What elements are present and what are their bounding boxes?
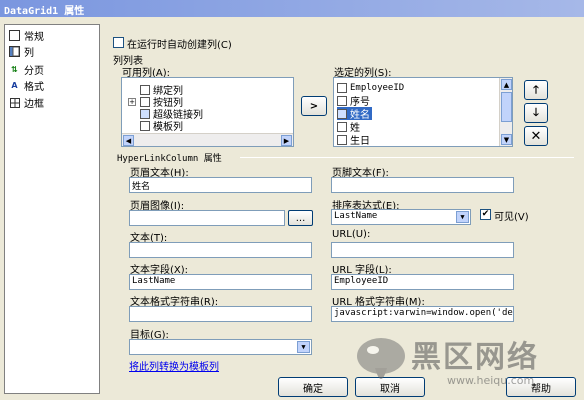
delete-icon: ✕ <box>530 128 542 144</box>
visible-checkbox[interactable]: ✔ <box>480 209 491 220</box>
column-icon <box>337 134 347 145</box>
help-button[interactable]: 帮助 <box>506 377 576 397</box>
ok-button[interactable]: 确定 <box>278 377 348 397</box>
border-icon <box>9 97 20 108</box>
nav-item-border[interactable]: 边框 <box>7 95 99 110</box>
column-icon <box>337 95 347 106</box>
list-item[interactable]: 生日 <box>337 133 372 147</box>
properties-group-label: HyperLinkColumn 属性 <box>117 154 222 164</box>
header-image-input[interactable] <box>129 210 285 226</box>
chevron-down-icon[interactable]: ▼ <box>297 341 310 353</box>
footer-text-input[interactable] <box>331 177 514 193</box>
nav-item-label: 边框 <box>24 99 44 110</box>
arrow-down-icon: 🡓 <box>533 105 539 119</box>
add-column-button[interactable]: > <box>301 96 327 116</box>
nav-item-label: 格式 <box>24 82 44 93</box>
browse-button[interactable]: ... <box>288 210 313 226</box>
template-column-icon <box>140 120 150 131</box>
url-label: URL(U): <box>332 229 371 240</box>
column-type-icon <box>140 84 150 95</box>
move-down-button[interactable]: 🡓 <box>524 103 548 123</box>
header-text-input[interactable]: 姓名 <box>129 177 312 193</box>
hyperlink-column-icon <box>140 108 150 119</box>
scroll-up-icon[interactable]: ▲ <box>501 79 512 90</box>
general-icon <box>9 30 20 41</box>
arrow-up-icon: 🡑 <box>533 82 539 96</box>
nav-item-paging[interactable]: ⇅ 分页 <box>7 62 99 77</box>
expand-icon[interactable]: + <box>128 98 136 106</box>
target-select[interactable]: ▼ <box>129 339 312 355</box>
column-icon <box>337 82 347 93</box>
scroll-down-icon[interactable]: ▼ <box>501 134 512 145</box>
text-field-input[interactable]: LastName <box>129 274 312 290</box>
chevron-down-icon[interactable]: ▼ <box>456 211 469 223</box>
scroll-left-icon[interactable]: ◀ <box>123 135 134 146</box>
auto-columns-checkbox[interactable] <box>113 37 124 48</box>
move-up-button[interactable]: 🡑 <box>524 80 548 100</box>
vertical-scrollbar[interactable]: ▲ ▼ <box>499 78 512 146</box>
available-columns-tree[interactable]: 绑定列 + 按钮列 超级链接列 模板列 ◀ ▶ <box>121 77 294 147</box>
paging-icon: ⇅ <box>11 64 18 74</box>
watermark-text: 黑区网络 <box>411 340 539 375</box>
tree-item[interactable]: 模板列 <box>140 119 185 133</box>
nav-item-label: 分页 <box>24 66 44 77</box>
convert-to-template-link[interactable]: 将此列转换为模板列 <box>129 358 219 373</box>
list-item[interactable]: EmployeeID <box>337 81 406 94</box>
url-field-input[interactable]: EmployeeID <box>331 274 514 290</box>
nav-pane: 常规 列 ⇅ 分页 A 格式 边框 <box>4 24 100 394</box>
text-input[interactable] <box>129 242 312 258</box>
sort-expression-select[interactable]: LastName ▼ <box>331 209 471 225</box>
column-icon <box>337 121 347 132</box>
nav-item-general[interactable]: 常规 <box>7 28 99 43</box>
group-divider <box>240 157 574 158</box>
delete-column-button[interactable]: ✕ <box>524 126 548 146</box>
horizontal-scrollbar[interactable]: ◀ ▶ <box>122 133 293 146</box>
text-format-input[interactable] <box>129 306 312 322</box>
scroll-right-icon[interactable]: ▶ <box>281 135 292 146</box>
selected-columns-list[interactable]: EmployeeID 序号 姓名 姓 生日 ▲ ▼ <box>333 77 513 147</box>
url-input[interactable] <box>331 242 514 258</box>
url-format-input[interactable]: javascript:varwin=window.open('detail. <box>331 306 514 322</box>
visible-label: 可见(V) <box>494 212 529 223</box>
auto-columns-label: 在运行时自动创建列(C) <box>127 40 232 51</box>
format-icon: A <box>11 80 18 90</box>
columns-icon <box>9 46 20 57</box>
hyperlink-column-icon <box>337 108 347 119</box>
nav-item-format[interactable]: A 格式 <box>7 78 99 93</box>
nav-item-label: 常规 <box>24 32 44 43</box>
nav-item-columns[interactable]: 列 <box>7 44 99 59</box>
column-type-icon <box>140 96 150 107</box>
scroll-thumb[interactable] <box>501 92 512 122</box>
window-title: DataGrid1 属性 <box>0 0 584 17</box>
nav-item-label: 列 <box>24 48 34 59</box>
cancel-button[interactable]: 取消 <box>355 377 425 397</box>
